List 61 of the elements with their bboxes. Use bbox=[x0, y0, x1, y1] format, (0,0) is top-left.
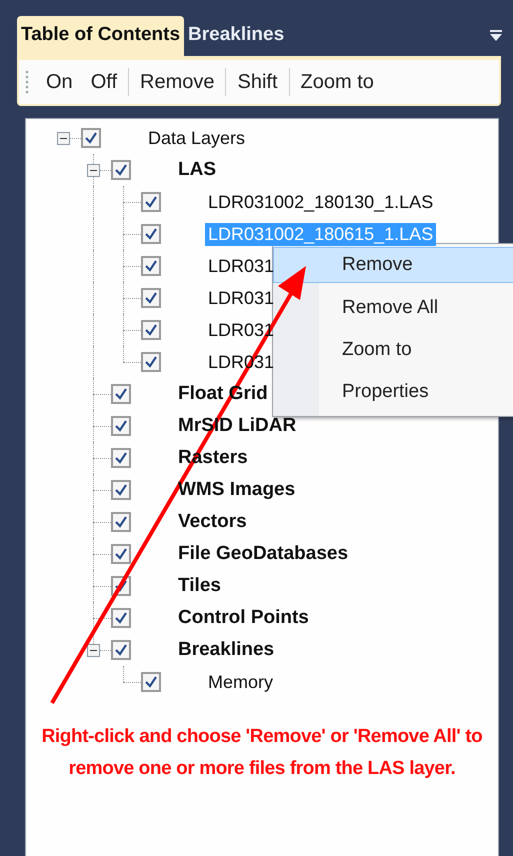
tree-item[interactable]: LAS bbox=[175, 158, 219, 182]
grip-icon[interactable] bbox=[25, 69, 29, 95]
toolbar-button[interactable]: Off bbox=[84, 66, 124, 98]
check-icon bbox=[84, 131, 98, 145]
checkbox[interactable] bbox=[111, 608, 131, 628]
checkbox[interactable] bbox=[141, 672, 161, 692]
checkbox[interactable] bbox=[141, 352, 161, 372]
check-icon bbox=[144, 259, 158, 273]
menu-item[interactable]: Zoom to bbox=[273, 329, 513, 371]
checkbox[interactable] bbox=[111, 416, 131, 436]
toolbar-button[interactable]: Remove bbox=[133, 66, 222, 98]
check-icon bbox=[144, 355, 158, 369]
checkbox[interactable] bbox=[141, 320, 161, 340]
check-icon bbox=[114, 547, 128, 561]
tree-item[interactable]: Memory bbox=[205, 670, 276, 694]
check-icon bbox=[144, 675, 158, 689]
checkbox[interactable] bbox=[141, 224, 161, 244]
tree-item[interactable]: Vectors bbox=[175, 510, 250, 534]
dropdown-icon[interactable] bbox=[489, 30, 503, 42]
check-icon bbox=[114, 611, 128, 625]
checkbox[interactable] bbox=[81, 128, 101, 148]
checkbox[interactable] bbox=[111, 384, 131, 404]
tab[interactable]: Table of Contents bbox=[17, 16, 184, 56]
collapse-button[interactable] bbox=[57, 132, 70, 145]
check-icon bbox=[114, 387, 128, 401]
checkbox[interactable] bbox=[141, 288, 161, 308]
tree-item[interactable]: Breaklines bbox=[175, 638, 278, 662]
menu-item[interactable]: Remove bbox=[273, 247, 513, 283]
check-icon bbox=[114, 579, 128, 593]
checkbox[interactable] bbox=[141, 256, 161, 276]
checkbox[interactable] bbox=[141, 192, 161, 212]
check-icon bbox=[114, 419, 128, 433]
toolbar-button[interactable]: Zoom to bbox=[294, 66, 381, 98]
check-icon bbox=[114, 483, 128, 497]
checkbox[interactable] bbox=[111, 640, 131, 660]
check-icon bbox=[114, 643, 128, 657]
tab[interactable]: Breaklines bbox=[184, 16, 288, 56]
annotation-text: Right-click and choose 'Remove' or 'Remove All' to remove one or more files from the LAS layer. bbox=[40, 725, 484, 781]
collapse-button[interactable] bbox=[87, 164, 100, 177]
toolbar-button[interactable]: Shift bbox=[230, 66, 285, 98]
tree-item[interactable]: Control Points bbox=[175, 606, 312, 630]
checkbox[interactable] bbox=[111, 544, 131, 564]
toolbar-button[interactable]: On bbox=[39, 66, 80, 98]
tree-item[interactable]: LDR031002_180130_1.LAS bbox=[205, 190, 436, 214]
check-icon bbox=[114, 163, 128, 177]
collapse-button[interactable] bbox=[87, 644, 100, 657]
checkbox[interactable] bbox=[111, 448, 131, 468]
check-icon bbox=[144, 323, 158, 337]
check-icon bbox=[144, 195, 158, 209]
check-icon bbox=[144, 291, 158, 305]
checkbox[interactable] bbox=[111, 480, 131, 500]
tree-item[interactable]: Data Layers bbox=[145, 126, 248, 150]
checkbox[interactable] bbox=[111, 160, 131, 180]
tree-item[interactable]: WMS Images bbox=[175, 478, 298, 502]
check-icon bbox=[114, 515, 128, 529]
check-icon bbox=[114, 451, 128, 465]
check-icon bbox=[144, 227, 158, 241]
checkbox[interactable] bbox=[111, 512, 131, 532]
tree-item[interactable]: Tiles bbox=[175, 574, 224, 598]
tree-item[interactable]: File GeoDatabases bbox=[175, 542, 352, 566]
menu-item[interactable]: Properties bbox=[273, 371, 513, 413]
